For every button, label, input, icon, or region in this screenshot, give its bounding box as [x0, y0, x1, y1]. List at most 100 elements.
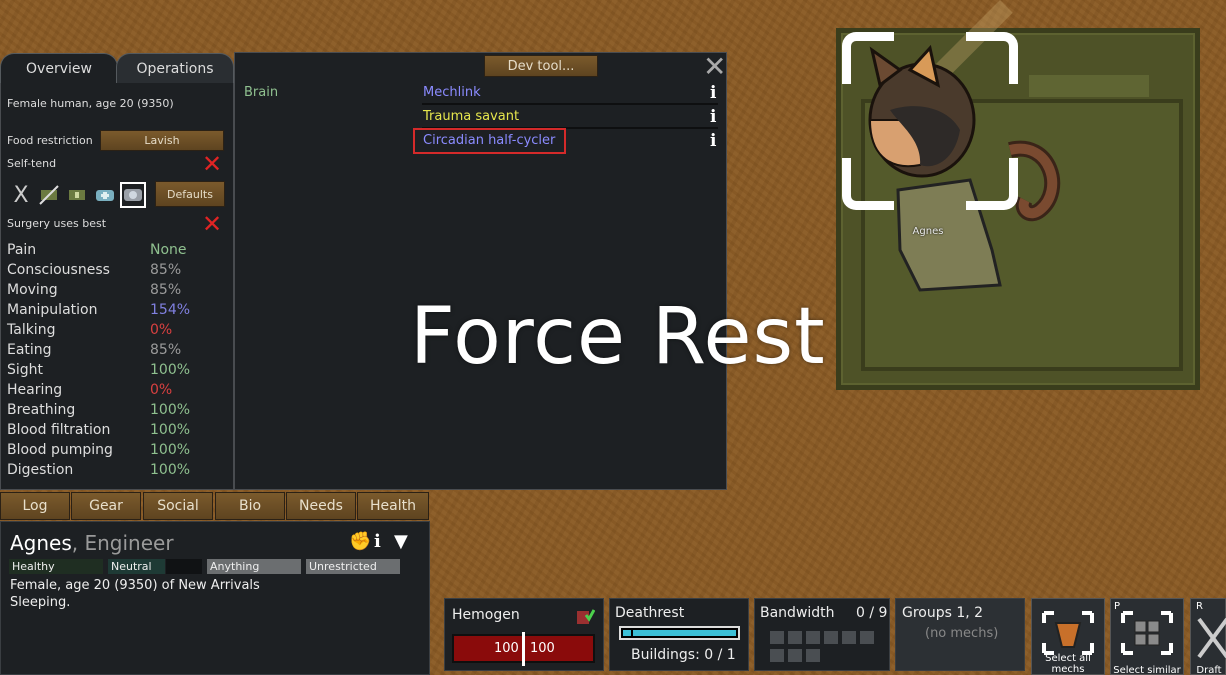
body-part-brain: Brain: [244, 85, 279, 100]
capacity-name: Moving: [7, 282, 58, 298]
capacity-row[interactable]: Blood filtration 100%: [7, 422, 217, 442]
hediff-row[interactable]: Trauma savant i: [422, 106, 718, 129]
selection-bracket-tr: [966, 32, 1018, 84]
bandwidth-cell: [788, 649, 802, 662]
hemogen-value: 100: [494, 641, 519, 656]
capacity-name: Blood filtration: [7, 422, 111, 438]
mood-bar[interactable]: Neutral: [108, 559, 165, 574]
select-similar-button[interactable]: P Select similar: [1110, 598, 1184, 675]
tab-gear[interactable]: Gear: [71, 492, 141, 520]
info-icon[interactable]: i: [710, 83, 716, 103]
tab-log[interactable]: Log: [0, 492, 70, 520]
care-herbal-icon[interactable]: [64, 182, 90, 208]
selection-bracket-bl: [842, 158, 894, 210]
capacity-name: Eating: [7, 342, 52, 358]
hemogen-pack-glyph: [577, 609, 596, 624]
bandwidth-value: 0 / 9: [856, 605, 888, 621]
area-button[interactable]: Unrestricted: [306, 559, 400, 574]
deathrest-buildings: Buildings: 0 / 1: [631, 647, 736, 663]
tab-social[interactable]: Social: [143, 492, 213, 520]
capacity-row[interactable]: Manipulation 154%: [7, 302, 217, 322]
food-restriction-button[interactable]: Lavish: [100, 130, 224, 151]
capacity-row[interactable]: Moving 85%: [7, 282, 217, 302]
food-policy-button[interactable]: Anything: [207, 559, 301, 574]
self-tend-off-icon[interactable]: ✕: [202, 152, 222, 176]
capacity-row[interactable]: Consciousness 85%: [7, 262, 217, 282]
close-icon[interactable]: ✕: [703, 50, 726, 83]
capacity-name: Breathing: [7, 402, 76, 418]
capacity-row[interactable]: Blood pumping 100%: [7, 442, 217, 462]
bandwidth-cell: [860, 631, 874, 644]
fist-icon[interactable]: ✊: [349, 531, 371, 552]
select-all-mechs-label: Select all mechs: [1045, 653, 1091, 675]
capacity-value: 154%: [150, 302, 191, 318]
capacity-row[interactable]: Breathing 100%: [7, 402, 217, 422]
self-tend-label: Self-tend: [7, 157, 57, 170]
hediff-name: Mechlink: [423, 85, 481, 100]
care-industrial-icon[interactable]: [92, 182, 118, 208]
capacity-value: 100%: [150, 402, 191, 418]
capacity-value: 0%: [150, 322, 173, 338]
surgery-label: Surgery uses best: [7, 217, 107, 230]
capacity-name: Consciousness: [7, 262, 110, 278]
pawn-summary: Female human, age 20 (9350): [7, 97, 174, 110]
hediff-name: Trauma savant: [423, 109, 520, 124]
tab-bio[interactable]: Bio: [215, 492, 285, 520]
no-meds-glyph: [39, 185, 59, 205]
mood-bar-empty: [166, 559, 202, 574]
pawn-name-title: Agnes, Engineer: [10, 531, 174, 555]
deathrest-bar: [619, 626, 740, 640]
groups-label: Groups 1, 2: [902, 605, 984, 621]
capacity-row[interactable]: Hearing 0%: [7, 382, 217, 402]
capacity-name: Talking: [7, 322, 56, 338]
hemogen-target-marker[interactable]: [522, 632, 525, 666]
draft-button[interactable]: R Draft: [1190, 598, 1226, 675]
capacity-value: 85%: [150, 342, 182, 358]
defaults-button[interactable]: Defaults: [155, 181, 225, 207]
info-icon[interactable]: i: [374, 531, 381, 552]
pawn-name: Agnes: [10, 531, 72, 555]
bandwidth-cell: [770, 631, 784, 644]
force-rest-overlay-text: Force Rest: [410, 292, 826, 382]
info-icon[interactable]: i: [710, 107, 716, 127]
capacity-name: Sight: [7, 362, 44, 378]
capacity-row[interactable]: Eating 85%: [7, 342, 217, 362]
hediff-row[interactable]: Mechlink i: [422, 82, 718, 105]
bandwidth-cell: [842, 631, 856, 644]
care-best-icon[interactable]: [120, 182, 146, 208]
hemogen-pack-icon[interactable]: [575, 607, 596, 625]
tab-overview[interactable]: Overview: [0, 53, 118, 83]
select-similar-label: Select similar: [1113, 665, 1181, 675]
food-restriction-label: Food restriction: [7, 134, 93, 147]
capacity-value: 100%: [150, 442, 191, 458]
chevron-down-icon[interactable]: ▼: [394, 531, 408, 552]
capacity-row[interactable]: Pain None: [7, 242, 217, 262]
tab-operations[interactable]: Operations: [116, 53, 234, 83]
pawn-description: Female, age 20 (9350) of New Arrivals: [10, 578, 260, 593]
selection-bracket-br: [966, 158, 1018, 210]
pawn-name-label: Agnes: [912, 226, 944, 237]
capacity-row[interactable]: Talking 0%: [7, 322, 217, 342]
capacity-name: Digestion: [7, 462, 74, 478]
herbal-glyph: [69, 190, 85, 200]
surgery-off-icon[interactable]: ✕: [202, 212, 222, 236]
tab-needs[interactable]: Needs: [286, 492, 356, 520]
capacity-row[interactable]: Digestion 100%: [7, 462, 217, 482]
care-none-icon[interactable]: X: [8, 182, 34, 208]
capacity-row[interactable]: Sight 100%: [7, 362, 217, 382]
care-no-meds-icon[interactable]: [36, 182, 62, 208]
capacity-value: 100%: [150, 362, 191, 378]
deathrest-bar-tick: [631, 630, 633, 637]
info-icon[interactable]: i: [710, 131, 716, 151]
dev-tool-button[interactable]: Dev tool...: [484, 55, 598, 77]
bandwidth-cell: [806, 649, 820, 662]
capacity-name: Blood pumping: [7, 442, 113, 458]
capacity-name: Manipulation: [7, 302, 98, 318]
hemogen-max: 100: [530, 641, 555, 656]
groups-sub: (no mechs): [925, 626, 999, 641]
bandwidth-cell: [806, 631, 820, 644]
select-all-mechs-button[interactable]: Select all mechs: [1031, 598, 1105, 675]
health-bar[interactable]: Healthy: [9, 559, 103, 574]
tab-health[interactable]: Health: [357, 492, 429, 520]
capacity-value: 0%: [150, 382, 173, 398]
